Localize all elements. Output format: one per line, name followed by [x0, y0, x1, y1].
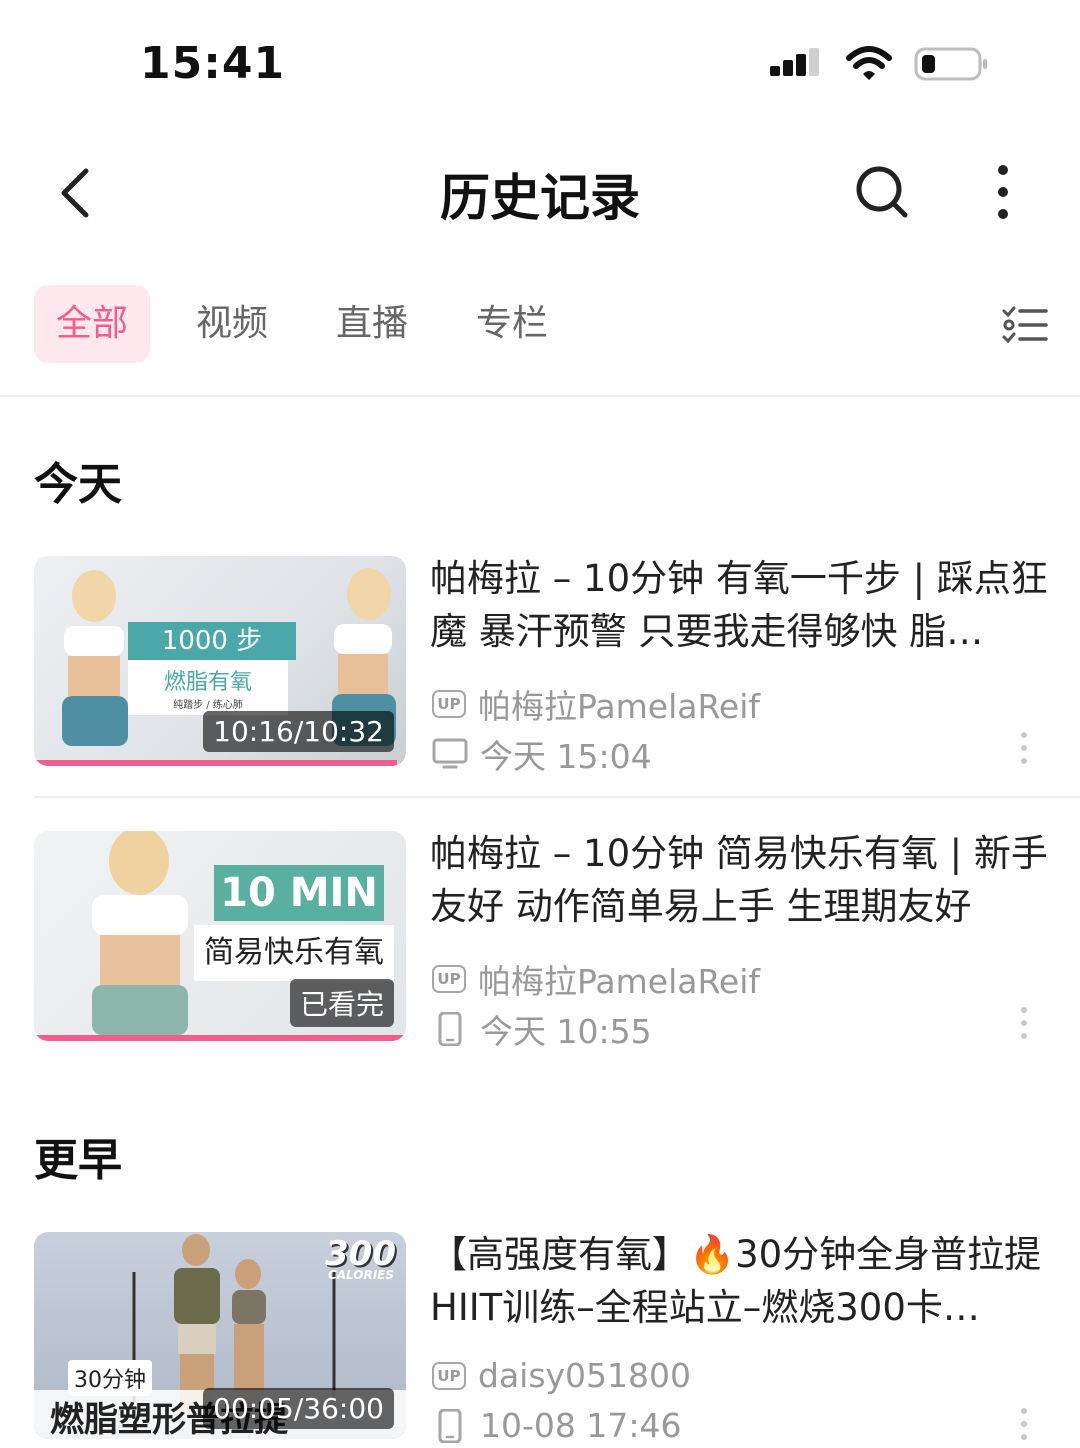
watch-time: 今天 15:04 — [480, 737, 652, 776]
signal-icon — [770, 48, 819, 76]
item-more-icon[interactable] — [1019, 1007, 1029, 1047]
search-icon[interactable] — [852, 162, 912, 222]
thumb-label-primary: 10 MIN — [214, 865, 384, 921]
tab-video[interactable]: 视频 — [174, 285, 290, 363]
phone-icon — [438, 1408, 462, 1443]
author-name[interactable]: 帕梅拉PamelaReif — [478, 955, 760, 1003]
video-title[interactable]: 帕梅拉 – 10分钟 有氧一千步 | 踩点狂魔 暴汗预警 只要我走得够快 脂… — [430, 552, 1050, 658]
status-bar: 15:41 — [0, 0, 1080, 120]
video-thumbnail[interactable]: 300 CALORIES 30分钟 燃脂塑形普拉提 00:05/36:00 — [34, 1232, 406, 1439]
wifi-icon — [846, 46, 892, 80]
more-icon[interactable] — [990, 162, 1016, 222]
progress-badge: 10:16/10:32 — [203, 711, 394, 752]
thumb-label-secondary: 燃脂有氧 纯踏步 / 练心肺 — [128, 660, 288, 715]
thumb-label-tertiary: 纯踏步 / 练心肺 — [173, 700, 243, 711]
status-icons — [770, 44, 990, 84]
divider — [0, 395, 1080, 397]
time-row: 今天 15:04 — [432, 730, 652, 778]
watch-progress-bar — [34, 760, 397, 766]
author-row: UP 帕梅拉PamelaReif — [432, 955, 760, 1003]
author-row: UP 帕梅拉PamelaReif — [432, 680, 760, 728]
status-time: 15:41 — [140, 38, 286, 89]
author-name[interactable]: daisy051800 — [478, 1356, 691, 1395]
watch-time: 今天 10:55 — [480, 1012, 652, 1051]
section-earlier: 更早 — [34, 1135, 122, 1186]
tab-all[interactable]: 全部 — [34, 285, 151, 363]
watch-progress-bar — [34, 1035, 406, 1041]
progress-badge: 已看完 — [289, 979, 394, 1027]
author-row: UP daisy051800 — [432, 1356, 691, 1395]
video-thumbnail[interactable]: 10 MIN 简易快乐有氧 已看完 — [34, 831, 406, 1041]
thumb-label-secondary-text: 燃脂有氧 — [163, 670, 252, 695]
battery-icon — [914, 47, 987, 81]
up-icon: UP — [432, 965, 466, 993]
tv-icon — [432, 738, 468, 769]
up-icon: UP — [432, 690, 466, 718]
page-title: 历史记录 — [440, 169, 640, 227]
tab-column[interactable]: 专栏 — [454, 285, 570, 363]
section-today: 今天 — [34, 459, 122, 510]
thumb-label-caption: CALORIES — [327, 1268, 394, 1282]
item-more-icon[interactable] — [1019, 1408, 1029, 1448]
list-item[interactable]: 1000 步 燃脂有氧 纯踏步 / 练心肺 10:16/10:32 帕梅拉 – … — [0, 556, 1080, 776]
time-row: 10-08 17:46 — [432, 1406, 681, 1445]
item-divider — [34, 796, 1080, 798]
nav-bar: 历史记录 — [0, 140, 1080, 250]
video-thumbnail[interactable]: 1000 步 燃脂有氧 纯踏步 / 练心肺 10:16/10:32 — [34, 556, 406, 766]
filter-tabs: 全部 视频 直播 专栏 — [0, 285, 1080, 365]
list-item[interactable]: 300 CALORIES 30分钟 燃脂塑形普拉提 00:05/36:00 【高… — [0, 1232, 1080, 1445]
up-icon: UP — [432, 1361, 466, 1390]
phone-icon — [438, 1012, 462, 1046]
video-title[interactable]: 【高强度有氧】🔥30分钟全身普拉提HIIT训练–全程站立–燃烧300卡… — [430, 1228, 1050, 1334]
tab-live[interactable]: 直播 — [314, 285, 430, 363]
thumb-label-primary: 1000 步 — [128, 622, 296, 660]
list-edit-icon[interactable] — [1002, 305, 1048, 345]
author-name[interactable]: 帕梅拉PamelaReif — [478, 680, 760, 728]
thumb-label-secondary: 简易快乐有氧 — [194, 925, 394, 981]
progress-badge: 00:05/36:00 — [203, 1388, 394, 1429]
time-row: 今天 10:55 — [432, 1005, 652, 1053]
video-title[interactable]: 帕梅拉 – 10分钟 简易快乐有氧 | 新手友好 动作简单易上手 生理期友好 — [430, 827, 1050, 933]
watch-time: 10-08 17:46 — [480, 1406, 682, 1445]
list-item[interactable]: 10 MIN 简易快乐有氧 已看完 帕梅拉 – 10分钟 简易快乐有氧 | 新手… — [0, 831, 1080, 1051]
watch-progress-bar — [34, 1433, 36, 1439]
item-more-icon[interactable] — [1019, 732, 1029, 772]
